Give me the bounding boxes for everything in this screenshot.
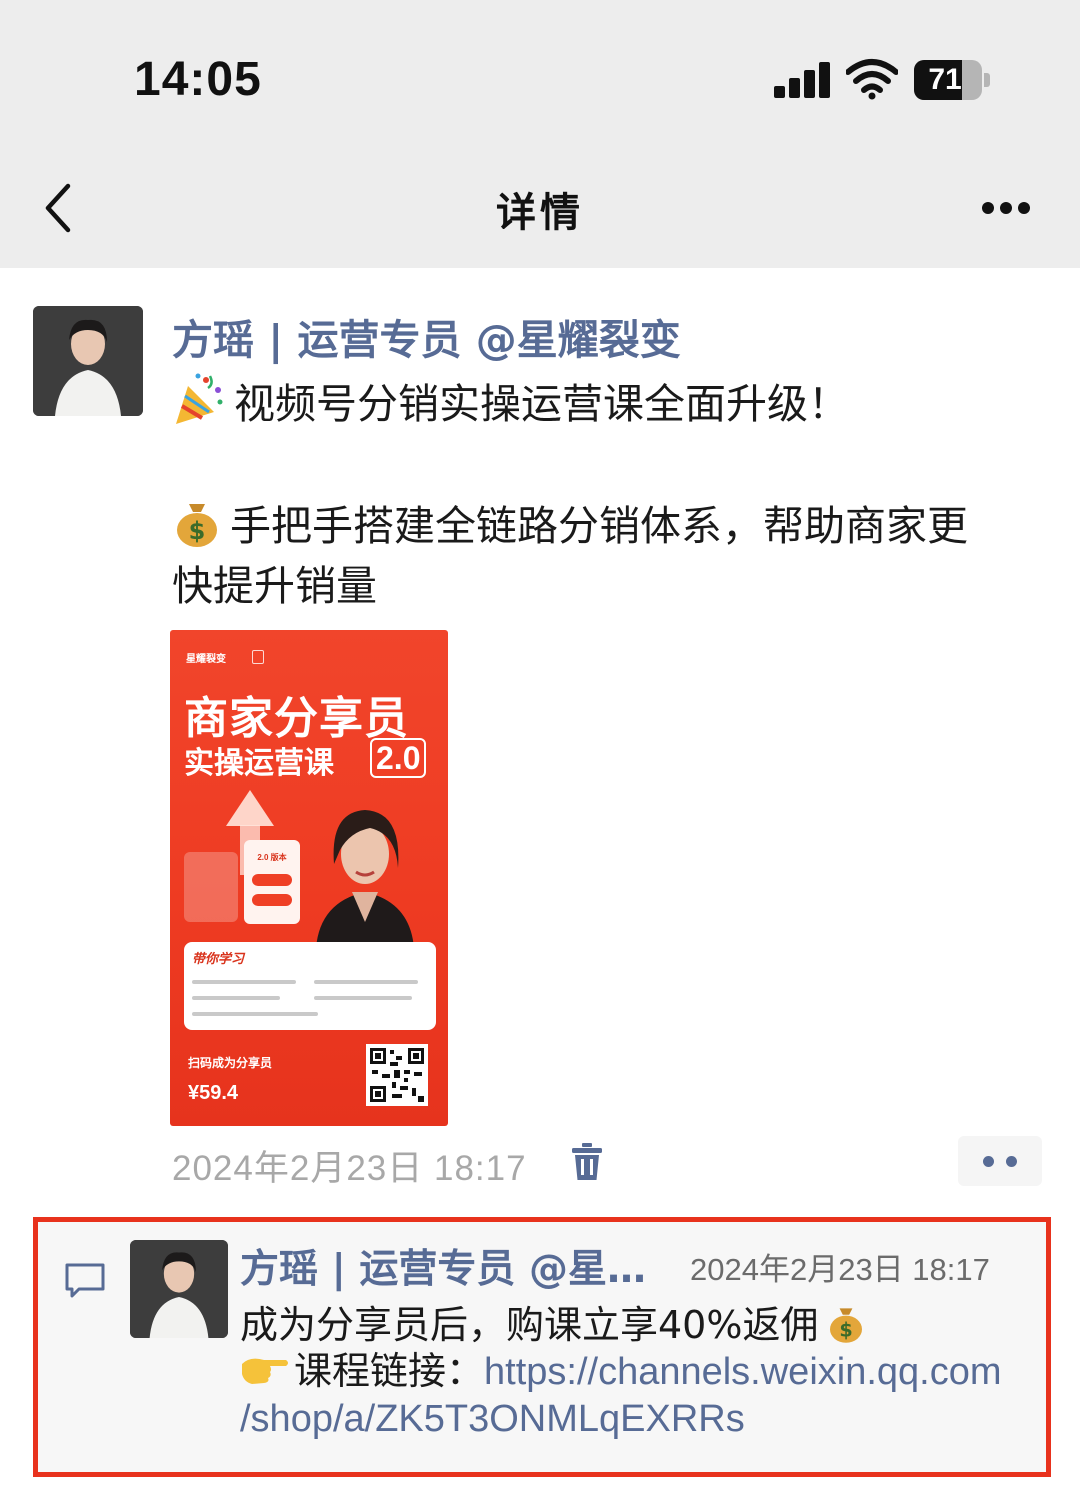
- poster-card-old: [184, 852, 238, 922]
- comment-like-button[interactable]: [958, 1136, 1042, 1186]
- page-title: 详情: [496, 190, 584, 236]
- status-time: 14:05: [134, 53, 262, 106]
- poster-version: 2.0: [370, 738, 427, 778]
- party-popper-emoji: [176, 373, 223, 424]
- post-line-2: 手把手搭建全链路分销体系，帮助商家更: [230, 502, 968, 550]
- poster-title: 商家分享员: [184, 694, 409, 743]
- pointing-hand-emoji: [242, 1358, 288, 1384]
- post-line-1: 视频号分销实操运营课全面升级！: [234, 380, 849, 428]
- post-date: 2024年2月23日 18:17: [172, 1149, 527, 1188]
- comment-section: 方瑶 | 运营专员 @星耀... 2024年2月23日 18:17 成为分享员后…: [33, 1217, 1051, 1477]
- comment-link-part-2[interactable]: /shop/a/ZK5T3ONMLqEXRRs: [240, 1398, 745, 1440]
- poster-tag: [252, 650, 264, 664]
- chevron-left-icon[interactable]: [36, 180, 86, 236]
- poster-learn-panel: 带你学习: [184, 942, 436, 1030]
- poster-price: ¥59.4: [188, 1082, 239, 1104]
- cellular-signal-icon: [774, 62, 830, 98]
- poster-brand: 星耀裂变: [186, 654, 226, 665]
- more-dots-icon[interactable]: [976, 190, 1036, 226]
- money-bag-emoji: $: [177, 504, 217, 547]
- money-bag-emoji: $: [830, 1308, 863, 1343]
- trash-icon[interactable]: [572, 1143, 602, 1181]
- svg-text:$: $: [189, 517, 206, 545]
- post-avatar[interactable]: [33, 306, 143, 416]
- post-author[interactable]: 方瑶 | 运营专员 @星耀裂变: [172, 306, 681, 366]
- battery-icon: 71: [914, 60, 990, 100]
- post-content: 视频号分销实操运营课全面升级！ $ 手把手搭建全链路分销体系，帮助商家更 快提升…: [172, 372, 1042, 616]
- comment-link-part-1[interactable]: https://channels.weixin.qq.com: [484, 1351, 1002, 1393]
- comment-avatar[interactable]: [130, 1240, 228, 1338]
- battery-percent: 71: [928, 63, 962, 96]
- poster-qr-code: [366, 1044, 428, 1106]
- top-bar: 14:05 71 详情: [0, 0, 1080, 268]
- comment-bubble-icon: [65, 1263, 105, 1298]
- poster-panel-heading: 带你学习: [192, 951, 245, 966]
- poster-instructor-photo: [316, 810, 414, 948]
- poster-card-new: 2.0 版本: [244, 840, 300, 924]
- comment-line-1: 成为分享员后，购课立享40%返佣: [240, 1303, 819, 1347]
- comment-content: 成为分享员后，购课立享40%返佣 $ 课程链接：https://channels…: [240, 1300, 1040, 1442]
- poster-arrow: [226, 790, 274, 826]
- poster-card-title: 2.0 版本: [257, 853, 287, 862]
- poster-scan-text: 扫码成为分享员: [188, 1056, 273, 1070]
- comment-date: 2024年2月23日 18:17: [690, 1252, 990, 1287]
- post-line-3: 快提升销量: [172, 562, 377, 610]
- wifi-icon: [846, 59, 898, 100]
- poster-subtitle: 实操运营课: [184, 747, 334, 780]
- comment-author[interactable]: 方瑶 | 运营专员 @星耀...: [240, 1238, 660, 1294]
- svg-text:$: $: [840, 1318, 853, 1341]
- post-image[interactable]: 星耀裂变 商家分享员 实操运营课 2.0 2.0 版本 带你学习 扫码成为分享员…: [170, 630, 448, 1126]
- comment-link-label: 课程链接：: [294, 1349, 485, 1393]
